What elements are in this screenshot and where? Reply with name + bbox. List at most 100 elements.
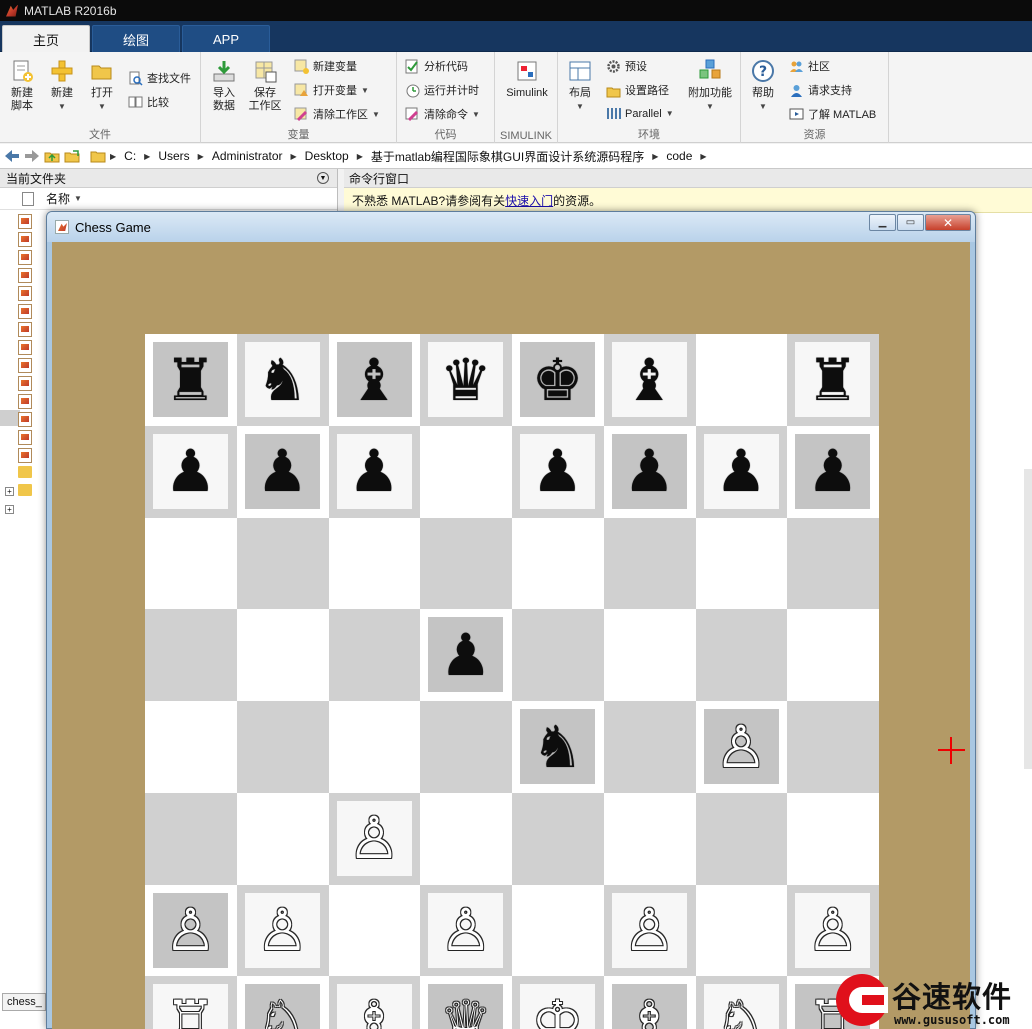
chess-piece[interactable]: ♛ — [428, 342, 504, 417]
board-square-g8[interactable] — [695, 334, 788, 426]
save-workspace-button[interactable]: 保存 工作区 — [247, 58, 283, 113]
m-file-icon[interactable] — [18, 268, 32, 283]
chess-piece[interactable]: ♟ — [428, 617, 504, 693]
help-button[interactable]: ? 帮助 ▼ — [747, 58, 779, 113]
chess-piece[interactable]: ♕ — [428, 984, 504, 1029]
chess-piece[interactable]: ♙ — [703, 709, 779, 784]
board-square-a3[interactable] — [145, 792, 237, 885]
board-square-h6[interactable] — [787, 517, 879, 610]
board-square-g6[interactable] — [695, 517, 788, 610]
folder-icon[interactable] — [18, 484, 32, 496]
board-square-e5[interactable] — [512, 609, 604, 701]
board-square-b6[interactable] — [236, 517, 329, 610]
chess-piece[interactable]: ♝ — [611, 342, 687, 417]
chess-piece[interactable]: ♙ — [428, 892, 504, 968]
chess-piece[interactable]: ♚ — [520, 342, 595, 417]
m-file-icon[interactable] — [18, 232, 32, 247]
board-square-c3[interactable]: ♙ — [328, 792, 421, 885]
new-script-button[interactable]: 新建 脚本 — [6, 58, 38, 113]
board-square-h3[interactable] — [787, 792, 879, 885]
board-square-c6[interactable] — [328, 517, 421, 610]
expand-folder-icon[interactable]: + — [5, 505, 14, 514]
board-square-g2[interactable] — [695, 884, 788, 977]
tab-apps[interactable]: APP — [182, 25, 270, 52]
board-square-e8[interactable]: ♚ — [512, 334, 604, 426]
learn-matlab-button[interactable]: 了解 MATLAB — [789, 106, 876, 122]
board-square-h5[interactable] — [787, 609, 879, 701]
board-square-g3[interactable] — [695, 792, 788, 885]
board-square-c8[interactable]: ♝ — [328, 334, 421, 426]
new-button[interactable]: 新建 ▼ — [46, 58, 78, 113]
analyze-code-button[interactable]: 分析代码 — [405, 58, 468, 74]
up-folder-icon[interactable] — [44, 149, 60, 163]
m-file-icon[interactable] — [18, 340, 32, 355]
clear-workspace-button[interactable]: 清除工作区 ▼ — [294, 106, 380, 122]
board-square-b1[interactable]: ♘ — [236, 976, 329, 1029]
board-square-h4[interactable] — [787, 701, 879, 793]
board-square-e4[interactable]: ♞ — [512, 701, 604, 793]
find-files-button[interactable]: 查找文件 — [128, 70, 191, 86]
browse-folder-icon[interactable] — [64, 149, 80, 163]
simulink-button[interactable]: Simulink — [500, 58, 554, 100]
chess-piece[interactable]: ♜ — [795, 342, 871, 417]
getting-started-link[interactable]: 快速入门 — [505, 192, 553, 209]
chess-game-titlebar[interactable]: Chess Game ▁ ▭ ✕ — [47, 212, 975, 242]
path-segment-user[interactable]: Administrator — [212, 149, 283, 163]
board-square-f2[interactable]: ♙ — [603, 884, 696, 977]
board-square-f1[interactable]: ♗ — [603, 976, 696, 1029]
chess-piece[interactable]: ♟ — [336, 433, 412, 509]
layout-button[interactable]: 布局 ▼ — [564, 58, 596, 113]
board-square-h2[interactable]: ♙ — [787, 884, 879, 977]
board-square-b4[interactable] — [236, 701, 329, 793]
board-square-c4[interactable] — [328, 701, 421, 793]
board-square-a7[interactable]: ♟ — [145, 425, 237, 518]
board-square-d2[interactable]: ♙ — [420, 884, 512, 977]
parallel-button[interactable]: Parallel ▼ — [606, 106, 674, 121]
board-square-c1[interactable]: ♗ — [328, 976, 421, 1029]
m-file-icon[interactable] — [18, 376, 32, 391]
board-square-e1[interactable]: ♔ — [512, 976, 604, 1029]
maximize-button[interactable]: ▭ — [897, 214, 924, 231]
board-square-b7[interactable]: ♟ — [236, 425, 329, 518]
board-square-a1[interactable]: ♖ — [145, 976, 237, 1029]
board-square-b5[interactable] — [236, 609, 329, 701]
file-details-tab[interactable]: chess_ — [2, 993, 46, 1011]
board-square-b2[interactable]: ♙ — [236, 884, 329, 977]
expand-folder-icon[interactable]: + — [5, 487, 14, 496]
clear-commands-button[interactable]: 清除命令 ▼ — [405, 106, 480, 122]
chess-piece[interactable]: ♟ — [611, 433, 687, 509]
preferences-button[interactable]: 预设 — [606, 58, 647, 74]
chess-piece[interactable]: ♙ — [795, 892, 871, 968]
tab-plots[interactable]: 绘图 — [92, 25, 180, 52]
board-square-d4[interactable] — [420, 701, 512, 793]
chess-piece[interactable]: ♟ — [153, 433, 228, 509]
board-square-e7[interactable]: ♟ — [512, 425, 604, 518]
chess-piece[interactable]: ♞ — [520, 709, 595, 784]
m-file-icon[interactable] — [18, 430, 32, 445]
folder-icon[interactable] — [18, 466, 32, 478]
board-square-a5[interactable] — [145, 609, 237, 701]
board-square-e6[interactable] — [512, 517, 604, 610]
chess-board[interactable]: ♜ ♞ ♝ ♛ ♚ ♝ ♜ ♟ ♟ ♟ ♟ ♟ ♟ ♟ ♟ ♞ ♙ ♙ ♙ ♙ ♙ ♙ ♙ ♖ ♘ ♗ ♕ ♔ ♗ ♘ ♖ — [145, 334, 879, 1029]
board-square-f8[interactable]: ♝ — [603, 334, 696, 426]
close-button[interactable]: ✕ — [925, 214, 971, 231]
panel-menu-chevron-icon[interactable]: ▼ — [317, 172, 329, 184]
chess-piece[interactable]: ♞ — [244, 342, 320, 417]
board-square-e3[interactable] — [512, 792, 604, 885]
board-square-d5[interactable]: ♟ — [420, 609, 512, 701]
run-and-time-button[interactable]: 运行并计时 — [405, 82, 479, 98]
chess-piece[interactable]: ♟ — [795, 433, 871, 509]
path-segment-users[interactable]: Users — [158, 149, 189, 163]
board-square-d8[interactable]: ♛ — [420, 334, 512, 426]
community-button[interactable]: 社区 — [789, 58, 830, 74]
open-button[interactable]: 打开 ▼ — [86, 58, 118, 113]
board-square-c7[interactable]: ♟ — [328, 425, 421, 518]
back-arrow-icon[interactable] — [4, 149, 20, 163]
chess-piece[interactable]: ♝ — [336, 342, 412, 417]
m-file-icon[interactable] — [18, 412, 32, 427]
board-square-a4[interactable] — [145, 701, 237, 793]
minimize-button[interactable]: ▁ — [869, 214, 896, 231]
m-file-icon[interactable] — [18, 322, 32, 337]
board-square-e2[interactable] — [512, 884, 604, 977]
board-square-d3[interactable] — [420, 792, 512, 885]
